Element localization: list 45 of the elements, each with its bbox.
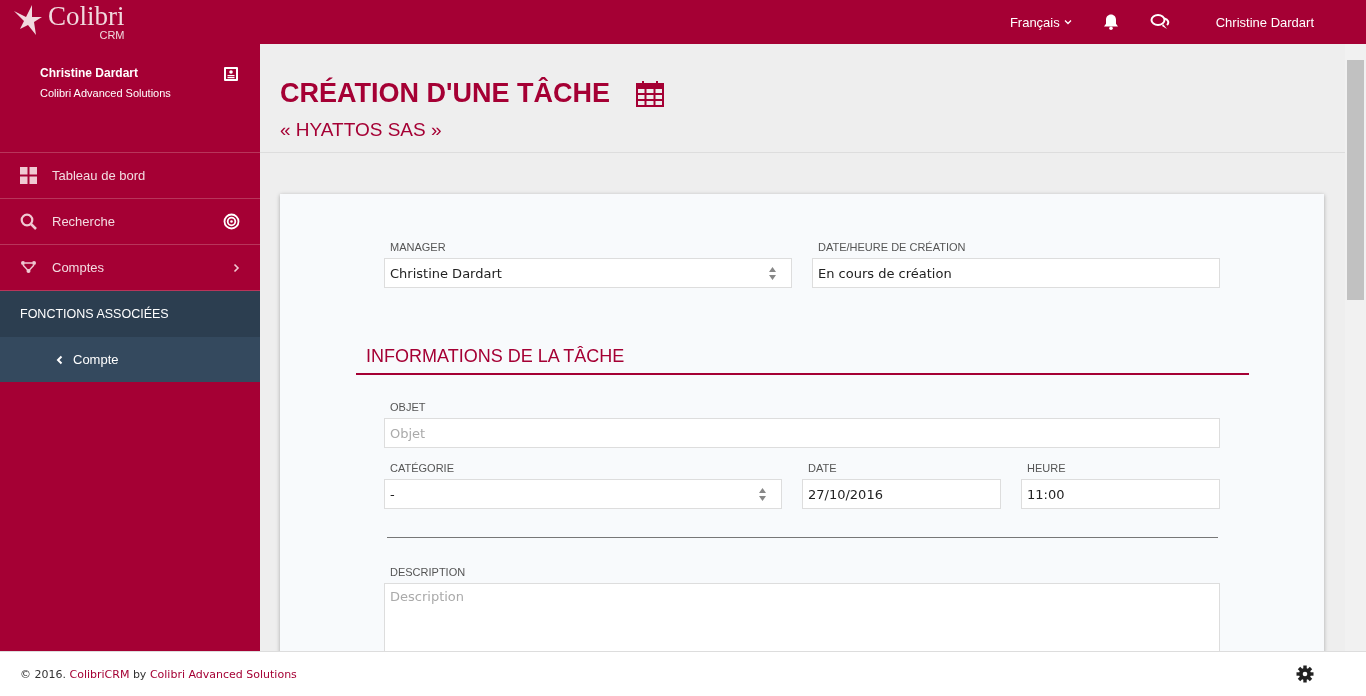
- target-icon[interactable]: [223, 213, 240, 230]
- textarea-field[interactable]: Description: [384, 583, 1220, 653]
- select-field[interactable]: Christine Dardart: [384, 258, 792, 288]
- input-field[interactable]: Objet: [384, 418, 1220, 448]
- profile-name: Christine Dardart: [40, 66, 140, 80]
- search-icon: [20, 213, 37, 230]
- back-link[interactable]: Compte: [0, 337, 260, 382]
- field-label: DATE/HEURE DE CRÉATION: [817, 241, 967, 253]
- select-field[interactable]: -: [384, 479, 782, 509]
- bell-icon[interactable]: [1101, 13, 1120, 31]
- chevron-right-icon: [233, 262, 240, 273]
- scrollbar-thumb[interactable]: [1347, 60, 1364, 300]
- settings-icon[interactable]: [1296, 665, 1314, 683]
- field-label: DESCRIPTION: [389, 566, 467, 578]
- sort-arrows-icon: [758, 486, 767, 502]
- nav-item[interactable]: Recherche: [0, 199, 260, 245]
- caret-icon: [1063, 19, 1072, 25]
- language-dropdown[interactable]: Français: [1009, 14, 1072, 30]
- input-field[interactable]: 11:00: [1021, 479, 1220, 509]
- sort-arrows-icon: [768, 265, 777, 281]
- field-label: MANAGER: [389, 241, 447, 253]
- page-subtitle: « HYATTOS SAS »: [280, 119, 443, 141]
- field-label: CATÉGORIE: [389, 462, 455, 474]
- user-name[interactable]: Christine Dardart: [1215, 14, 1314, 30]
- field-label: OBJET: [389, 401, 427, 413]
- grid-icon: [20, 167, 37, 184]
- copyright-text: © 2016. ColibriCRM by Colibri Advanced Solutions: [20, 667, 297, 681]
- section-header: FONCTIONS ASSOCIÉES: [0, 291, 260, 337]
- chevron-left-icon: [56, 354, 63, 365]
- input-field[interactable]: 27/10/2016: [802, 479, 1001, 509]
- field-label: HEURE: [1026, 462, 1067, 474]
- nav-item[interactable]: Tableau de bord: [0, 153, 260, 199]
- brand-link[interactable]: ColibriCRM: [69, 667, 130, 681]
- contact-card-icon[interactable]: [223, 66, 239, 82]
- page-title: CRÉATION D'UNE TÂCHE: [280, 78, 610, 109]
- section-title: INFORMATIONS DE LA TÂCHE: [356, 346, 1249, 375]
- field-label: DATE: [807, 462, 838, 474]
- people-network-icon: [20, 260, 37, 275]
- chat-bubbles-icon[interactable]: [1149, 13, 1170, 31]
- company-link[interactable]: Colibri Advanced Solutions: [149, 667, 297, 681]
- profile-company: Colibri Advanced Solutions: [40, 87, 171, 99]
- calendar-icon: [635, 80, 664, 107]
- logo-text: Colibri: [48, 3, 125, 30]
- input-field[interactable]: En cours de création: [812, 258, 1220, 288]
- logo-subtext: CRM: [99, 30, 125, 41]
